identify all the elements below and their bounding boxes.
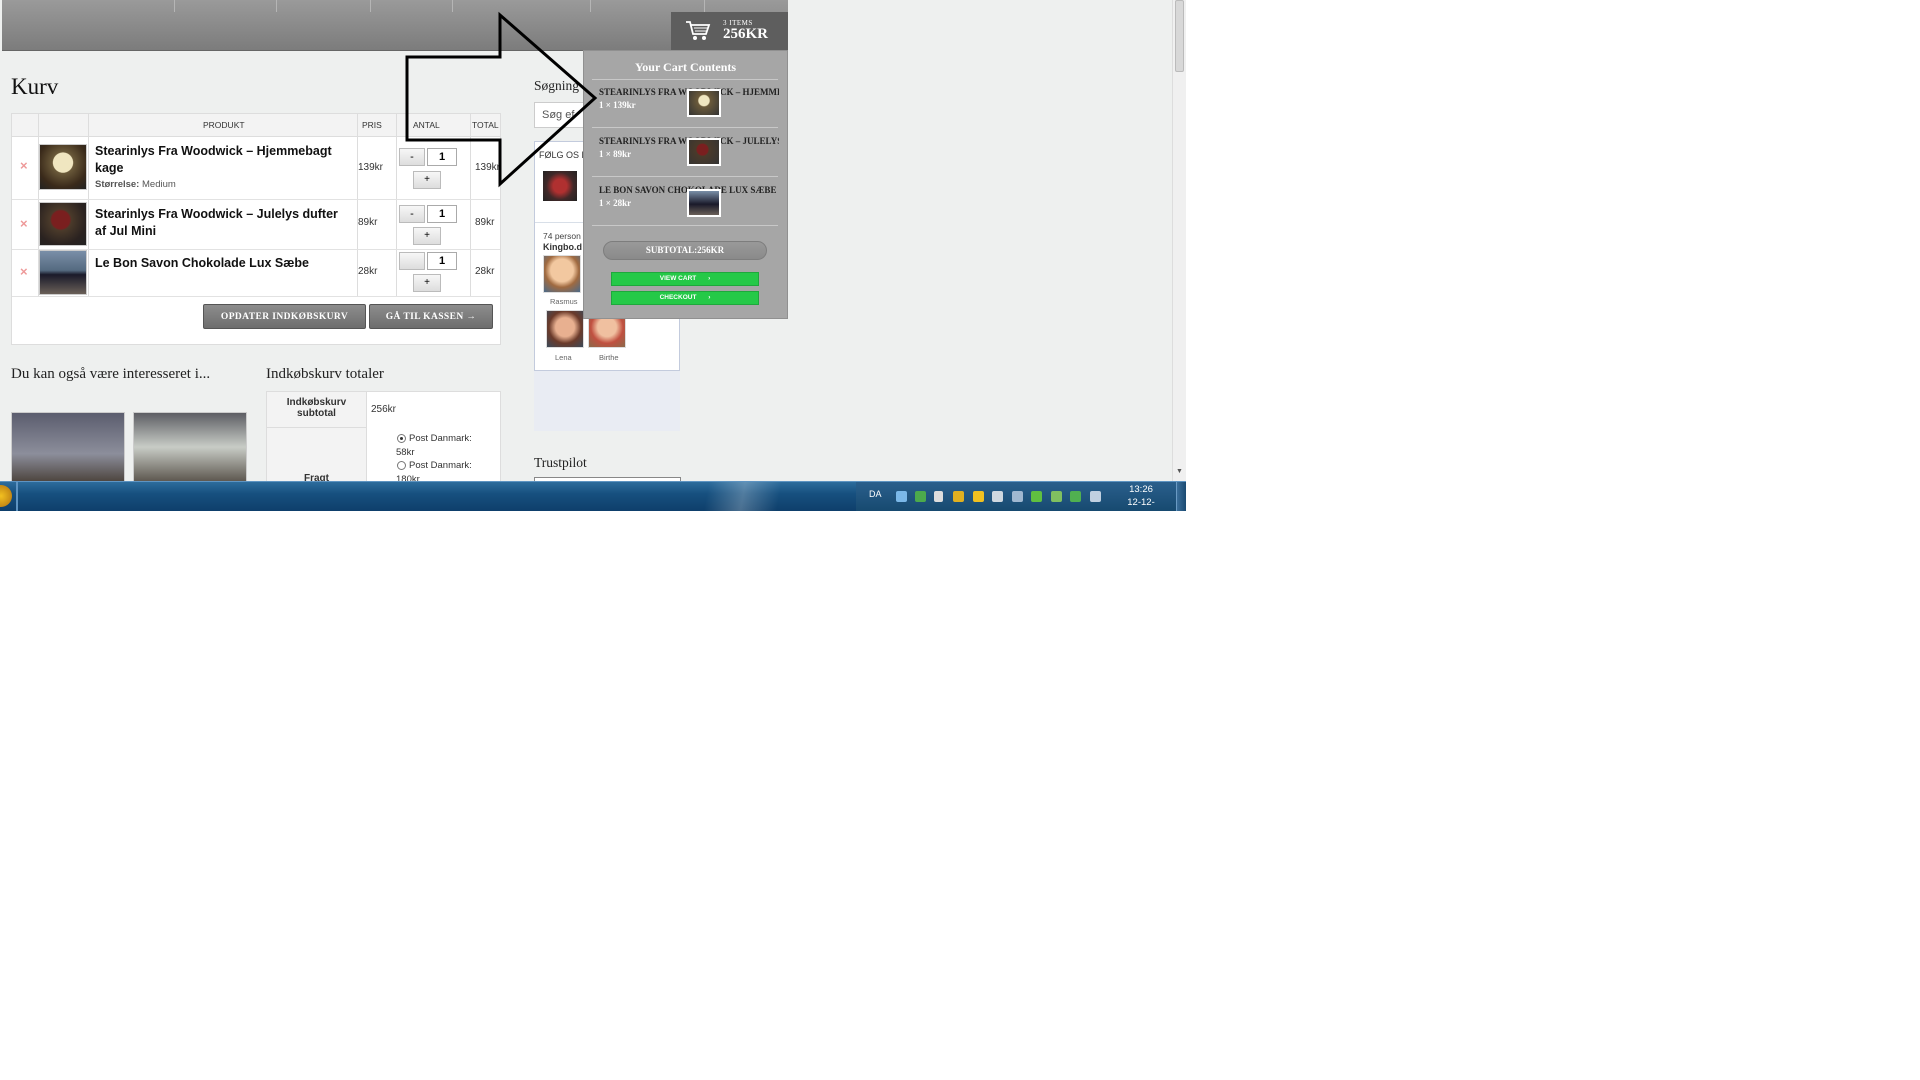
variation-value: Medium [142,179,176,190]
windows-taskbar: DA [0,481,1186,511]
column-header-price: PRIS [362,120,382,130]
remove-item-button[interactable]: × [20,264,28,279]
cart-totals-heading: Indkøbskurv totaler [266,366,384,382]
unit-price: 89kr [358,217,378,228]
flag-icon[interactable] [934,491,943,502]
variation-label: Størrelse: [95,179,140,190]
table-row: × Le Bon Savon Chokolade Lux Sæbe 28kr 1… [12,249,500,297]
facebook-page-name[interactable]: Kingbo.d [543,242,582,252]
device-icon[interactable] [1012,491,1023,502]
chevron-right-icon: › [708,294,711,301]
mini-cart-item-quantity: 1 × 139kr [599,100,636,110]
related-products-heading: Du kan også være interesseret i... [11,366,211,382]
dropbox-icon[interactable] [896,491,907,502]
language-indicator[interactable]: DA [869,489,882,499]
nav-divider [174,0,175,12]
view-cart-label: VIEW CART [659,275,697,282]
fan-name: Lena [555,353,572,362]
fan-avatar[interactable] [546,310,584,348]
product-variation: Størrelse: Medium [95,179,176,190]
chevron-right-icon: › [708,275,711,282]
product-name-link[interactable]: Le Bon Savon Chokolade Lux Sæbe [95,255,345,272]
table-row: × Stearinlys Fra Woodwick – Julelys duft… [12,199,500,250]
scrollbar-thumb[interactable] [1175,0,1184,72]
fan-avatar[interactable] [543,255,581,293]
remove-item-button[interactable]: × [20,158,28,173]
trustpilot-heading: Trustpilot [534,455,587,470]
taskbar-glare [680,482,820,511]
quantity-input[interactable]: 1 [427,252,457,270]
mini-cart-item-thumbnail[interactable] [687,189,721,217]
quantity-increase-button[interactable]: + [413,227,441,245]
mini-cart-subtotal: SUBTOTAL:256KR [603,241,767,260]
drive-icon[interactable] [915,491,926,502]
nav-divider [704,0,705,12]
product-thumbnail[interactable] [39,250,87,295]
nav-divider [276,0,277,12]
product-thumbnail[interactable] [39,202,87,246]
fan-name: Birthe [599,353,619,362]
shipping-option-label: Post Danmark: 58kr [396,433,472,458]
keyboard-icon[interactable] [992,491,1003,502]
facebook-like-count: 74 person [543,231,581,241]
divider [592,176,778,177]
unit-price: 139kr [358,162,384,173]
divider [592,225,778,226]
line-total: 28kr [475,266,495,277]
view-cart-button[interactable]: VIEW CART › [611,272,759,286]
show-desktop-button[interactable] [1176,482,1186,511]
quantity-decrease-button[interactable] [399,252,425,270]
quantity-decrease-button[interactable]: - [399,205,425,223]
product-thumbnail[interactable] [39,144,87,190]
security-icon[interactable] [953,491,964,502]
taskbar-clock[interactable]: 13:26 12-12-2012 [1117,483,1165,511]
browser-viewport: 3 ITEMS 256KR Kurv PRODUKT PRIS ANTAL TO… [0,0,1186,511]
mini-cart-item-thumbnail[interactable] [687,138,721,166]
clock-time: 13:26 [1129,484,1153,495]
volume-icon[interactable] [1090,491,1101,502]
product-name-link[interactable]: Stearinlys Fra Woodwick – Julelys dufter… [95,206,345,240]
cart-total: 256KR [723,26,768,42]
mini-cart-item-thumbnail[interactable] [687,89,721,117]
sidebar-blank-area [534,371,680,431]
scroll-down-icon[interactable]: ▼ [1176,468,1183,475]
product-name-link[interactable]: Stearinlys Fra Woodwick – Hjemmebagt kag… [95,143,345,177]
related-product-thumbnail[interactable] [133,412,247,482]
start-button-icon[interactable] [0,485,12,507]
clock-date: 12-12-2012 [1127,497,1155,511]
update-cart-button[interactable]: OPDATER INDKØBSKURV [203,304,366,329]
remove-item-button[interactable]: × [20,216,28,231]
mini-cart-item-quantity: 1 × 28kr [599,198,632,208]
network-icon[interactable] [1051,491,1062,502]
shopping-cart-icon [686,21,711,40]
cart-totals-table: Indkøbskurv subtotal 256kr Fragt Post Da… [266,391,501,492]
related-product-thumbnail[interactable] [11,412,125,482]
quantity-increase-button[interactable]: + [413,274,441,292]
norton-icon[interactable] [973,491,984,502]
quantity-input[interactable]: 1 [427,205,457,223]
taskbar-divider [16,482,18,511]
nvidia-icon[interactable] [1031,491,1042,502]
mini-cart-dropdown: Your Cart Contents STEARINLYS FRA WOODWI… [583,50,788,319]
mini-cart-title: Your Cart Contents [634,60,737,74]
annotation-arrow-icon [405,11,598,188]
nav-divider [370,0,371,12]
subtotal-value: 256kr [371,404,397,415]
subtotal-label: Indkøbskurv subtotal [267,392,367,428]
proceed-to-checkout-button[interactable]: GÅ TIL KASSEN → [369,304,493,329]
power-icon[interactable] [1070,491,1081,502]
checkout-button[interactable]: CHECKOUT › [611,291,759,305]
mini-cart-item-quantity: 1 × 89kr [599,149,632,159]
page-title: Kurv [11,74,59,99]
vertical-scrollbar[interactable]: ▼ [1172,0,1186,481]
unit-price: 28kr [358,266,378,277]
divider [592,127,778,128]
line-total: 89kr [475,217,495,228]
fan-name: Rasmus [550,297,578,306]
checkout-label: CHECKOUT [659,294,697,301]
header-cart-button[interactable]: 3 ITEMS 256KR [671,12,788,50]
column-header-product: PRODUKT [203,120,245,130]
divider [592,79,778,80]
